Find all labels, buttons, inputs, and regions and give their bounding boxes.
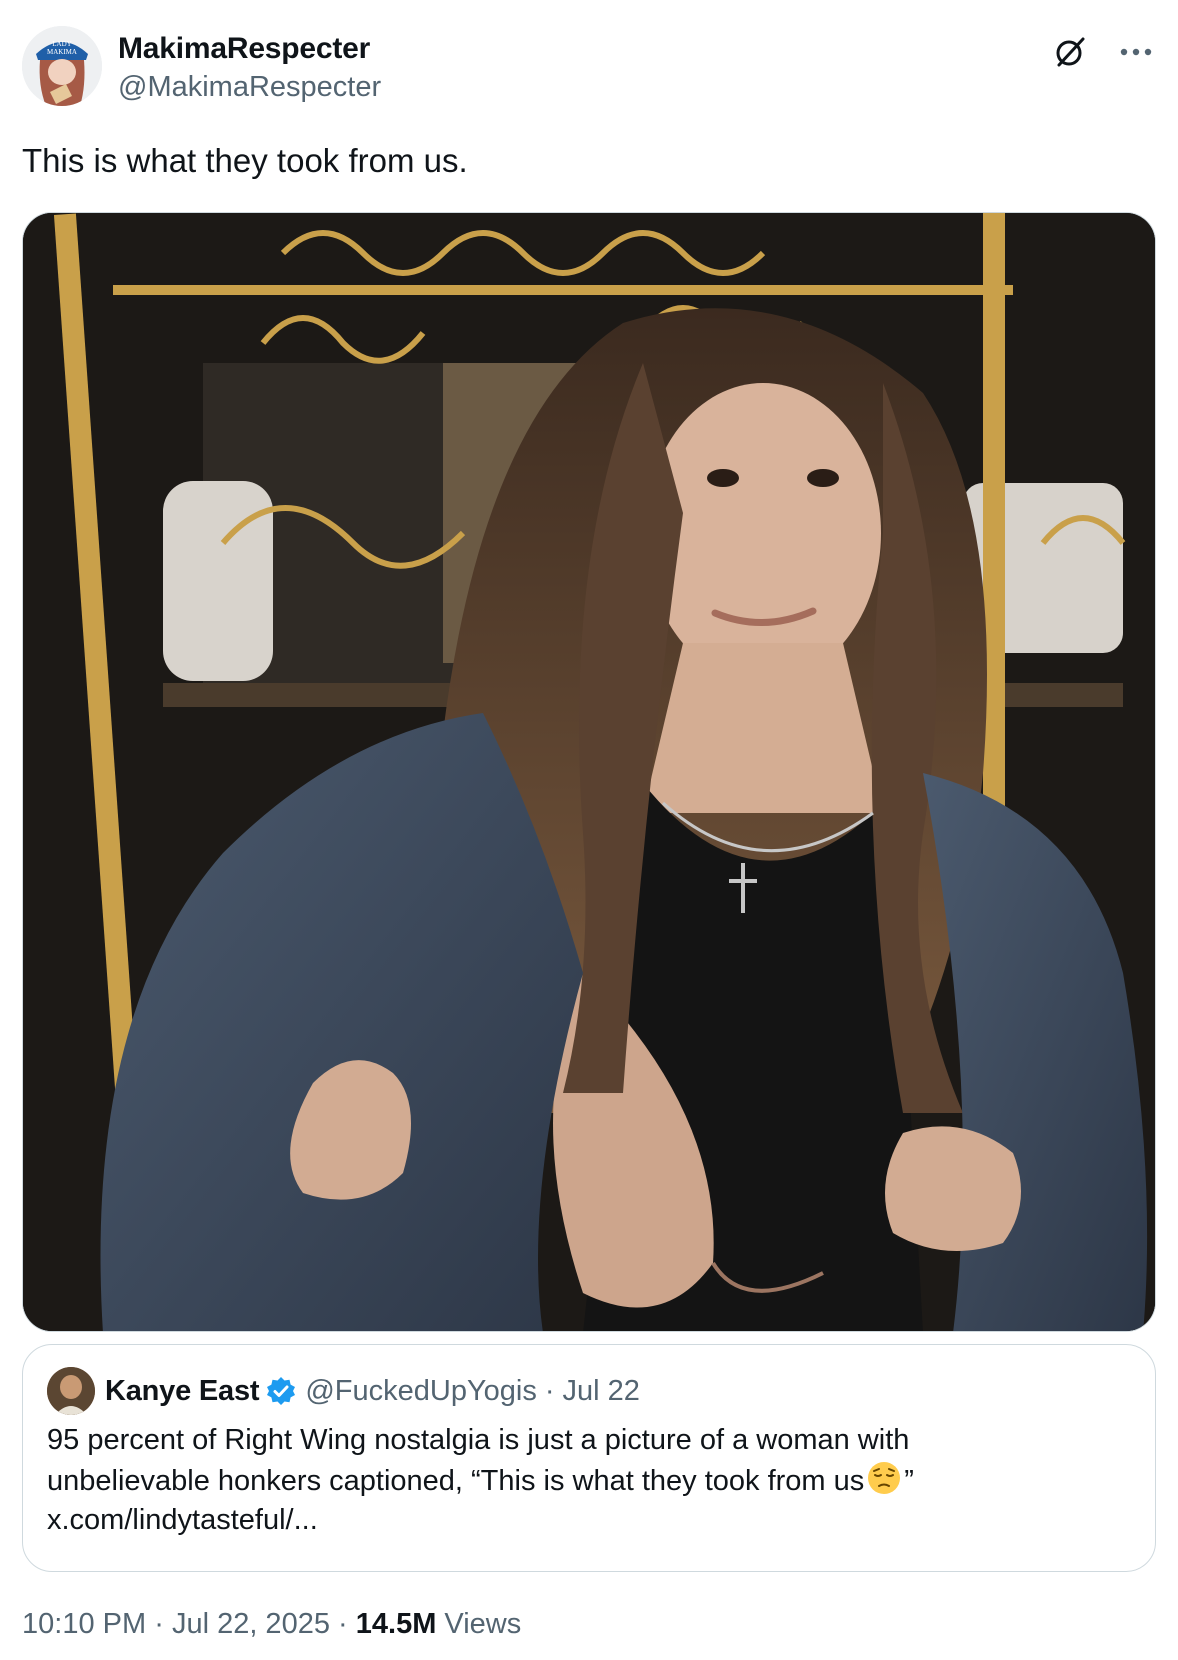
tweet-header: LADY MAKIMA MakimaRespecter @MakimaRespe… <box>22 26 1156 106</box>
tweet-media-image[interactable] <box>22 212 1156 1332</box>
svg-text:LADY: LADY <box>52 40 71 48</box>
quote-text-closing: ” <box>904 1465 914 1497</box>
tweet: LADY MAKIMA MakimaRespecter @MakimaRespe… <box>0 0 1178 1660</box>
author-names: MakimaRespecter @MakimaRespecter <box>118 30 381 106</box>
quote-text-main: 95 percent of Right Wing nostalgia is ju… <box>47 1424 910 1497</box>
more-icon[interactable] <box>1116 32 1156 72</box>
svg-text:MAKIMA: MAKIMA <box>47 48 77 56</box>
views-count: 14.5M <box>355 1608 437 1640</box>
quote-link[interactable]: x.com/lindytasteful/... <box>47 1501 1047 1540</box>
author-display-name[interactable]: MakimaRespecter <box>118 30 381 68</box>
pensive-face-emoji-icon <box>866 1460 902 1496</box>
tweet-meta: 10:10 PM · Jul 22, 2025 · 14.5M Views <box>22 1606 521 1642</box>
quote-header: Kanye East @FuckedUpYogis · Jul 22 <box>47 1367 1131 1415</box>
grok-icon[interactable] <box>1050 32 1090 72</box>
author-handle[interactable]: @MakimaRespecter <box>118 68 381 106</box>
tweet-time[interactable]: 10:10 PM <box>22 1608 146 1640</box>
verified-badge-icon <box>265 1375 297 1407</box>
tweet-date[interactable]: Jul 22, 2025 <box>172 1608 330 1640</box>
quote-text: 95 percent of Right Wing nostalgia is ju… <box>47 1421 1047 1540</box>
header-actions <box>1050 32 1156 72</box>
quote-avatar[interactable] <box>47 1367 95 1415</box>
meta-separator: · <box>338 1608 348 1640</box>
quote-display-name[interactable]: Kanye East <box>105 1375 260 1408</box>
avatar[interactable]: LADY MAKIMA <box>22 26 102 106</box>
quote-tweet[interactable]: Kanye East @FuckedUpYogis · Jul 22 95 pe… <box>22 1344 1156 1572</box>
tweet-text: This is what they took from us. <box>22 142 468 179</box>
quote-separator: · <box>544 1374 555 1407</box>
quote-handle[interactable]: @FuckedUpYogis <box>305 1375 537 1408</box>
meta-separator: · <box>154 1608 164 1640</box>
views-label: Views <box>444 1608 522 1640</box>
quote-date[interactable]: Jul 22 <box>563 1375 640 1408</box>
